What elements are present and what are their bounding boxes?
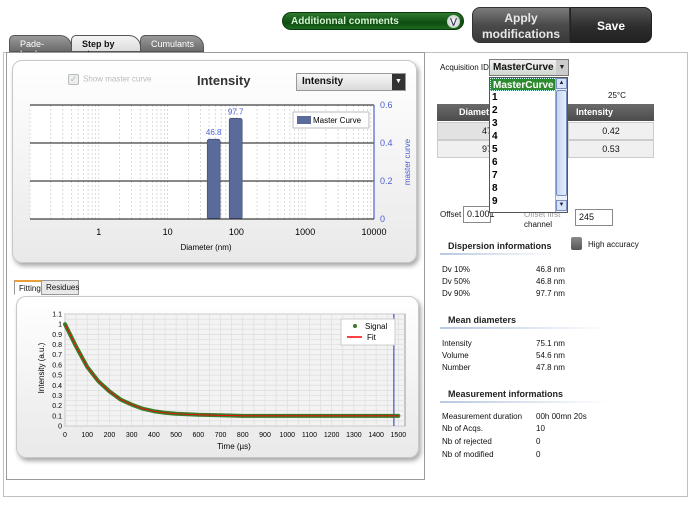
offset-label: Offset [440, 210, 462, 219]
acquisition-id-value: MasterCurve [493, 62, 554, 73]
nb-modified-value: 0 [536, 450, 541, 459]
fit-x-axis-label: Time (µs) [217, 442, 251, 451]
apply-label: Apply [504, 11, 538, 25]
nb-rejected-label: Nb of rejected [442, 437, 492, 446]
signal-legend-label: Signal [365, 322, 387, 331]
nb-acqs-label: Nb of Acqs. [442, 424, 483, 433]
y-tick-label: 0.1 [52, 413, 62, 420]
y-tick-label: 0.7 [52, 352, 62, 359]
dv90-value: 97.7 nm [536, 289, 565, 298]
x-tick-label: 1200 [324, 432, 340, 439]
x-tick-label: 900 [259, 432, 271, 439]
x-tick-label: 1100 [302, 432, 317, 439]
high-accuracy-label: High accuracy [588, 240, 639, 249]
temperature-value: 25°C [608, 91, 626, 100]
x-tick-label: 200 [104, 432, 116, 439]
dv10-label: Dv 10% [442, 265, 471, 274]
fit-y-axis-label: Intensity (a.u.) [37, 342, 46, 393]
table-header-diameter: Diameter [437, 104, 498, 121]
table-cell-intensity[interactable]: 0.42 [568, 122, 654, 140]
x-tick-label: 1000 [279, 432, 295, 439]
apply-modifications-button[interactable]: Apply modifications [472, 7, 570, 43]
measurement-title: Measurement informations [448, 389, 564, 399]
x-tick-label: 400 [148, 432, 160, 439]
acquisition-id-dropdown-list[interactable]: MasterCurve 1 2 3 4 5 6 7 8 9 ▲ ▼ [489, 77, 568, 213]
x-tick-label: 1400 [368, 432, 384, 439]
divider [440, 401, 610, 403]
divider [440, 327, 610, 329]
y-tick-label: 0.5 [52, 373, 62, 380]
y-tick-label: 1.1 [52, 312, 62, 319]
app-window: Additionnal comments ⋁ Apply modificatio… [0, 0, 695, 506]
dv90-label: Dv 90% [442, 289, 471, 298]
acquisition-id-select[interactable]: MasterCurve ▼ [489, 59, 569, 76]
scroll-down-icon[interactable]: ▼ [556, 200, 567, 211]
mean-intensity-label: Intensity [442, 339, 472, 348]
table-header-intensity: Intensity [568, 104, 654, 121]
mean-volume-value: 54.6 nm [536, 351, 565, 360]
dv50-label: Dv 50% [442, 277, 471, 286]
dispersion-title: Dispersion informations [448, 241, 552, 251]
table-cell-diameter[interactable]: 97 [437, 140, 497, 158]
measurement-duration-label: Measurement duration [442, 412, 523, 421]
offset-field[interactable]: 0.1001 [463, 206, 495, 223]
high-accuracy-toggle[interactable] [571, 237, 582, 250]
dv50-value: 46.8 nm [536, 277, 565, 286]
nb-modified-label: Nb of modified [442, 450, 494, 459]
nb-acqs-value: 10 [536, 424, 545, 433]
x-tick-label: 600 [192, 432, 204, 439]
table-cell-diameter[interactable]: 47 [437, 122, 497, 140]
fit-legend-label: Fit [367, 333, 377, 342]
acquisition-id-label: Acquisition ID [440, 63, 489, 72]
y-tick-label: 0.2 [52, 403, 62, 410]
mean-number-label: Number [442, 363, 471, 372]
y-tick-label: 0.6 [52, 362, 62, 369]
channel-field[interactable]: 245 [575, 209, 613, 226]
x-tick-label: 500 [170, 432, 182, 439]
signal-legend-marker [353, 324, 357, 328]
y-tick-label: 0.9 [52, 332, 62, 339]
y-tick-label: 0.3 [52, 393, 62, 400]
x-tick-label: 700 [215, 432, 227, 439]
channel-label: channel [524, 220, 553, 229]
y-tick-label: 0.4 [52, 383, 62, 390]
x-tick-label: 1300 [346, 432, 362, 439]
save-button[interactable]: Save [570, 7, 652, 43]
mean-diameters-title: Mean diameters [448, 315, 517, 325]
divider [440, 253, 555, 255]
dv10-value: 46.8 nm [536, 265, 565, 274]
fitting-chart: 0 100 200 300 400 500 600 700 800 900 1000 1100 1200… [37, 312, 407, 452]
x-tick-label: 100 [81, 432, 93, 439]
table-cell-intensity[interactable]: 0.53 [568, 140, 654, 158]
x-tick-label: 1500 [391, 432, 407, 439]
mean-volume-label: Volume [442, 351, 469, 360]
mean-intensity-value: 75.1 nm [536, 339, 565, 348]
scrollbar-thumb[interactable] [556, 90, 567, 196]
x-tick-label: 300 [126, 432, 138, 439]
scroll-up-icon[interactable]: ▲ [556, 78, 567, 89]
x-tick-label: 0 [63, 432, 67, 439]
measurement-duration-value: 00h 00mn 20s [536, 412, 587, 421]
dropdown-scrollbar[interactable]: ▲ ▼ [555, 78, 567, 212]
modifications-label: modifications [481, 27, 560, 41]
y-tick-label: 0 [58, 424, 62, 431]
y-tick-label: 1 [58, 322, 62, 329]
x-tick-label: 800 [237, 432, 249, 439]
nb-rejected-value: 0 [536, 437, 541, 446]
chevron-down-icon[interactable]: ⋁ [447, 15, 460, 28]
dropdown-arrow-icon: ▼ [556, 60, 568, 75]
y-tick-label: 0.8 [52, 342, 62, 349]
mean-number-value: 47.8 nm [536, 363, 565, 372]
